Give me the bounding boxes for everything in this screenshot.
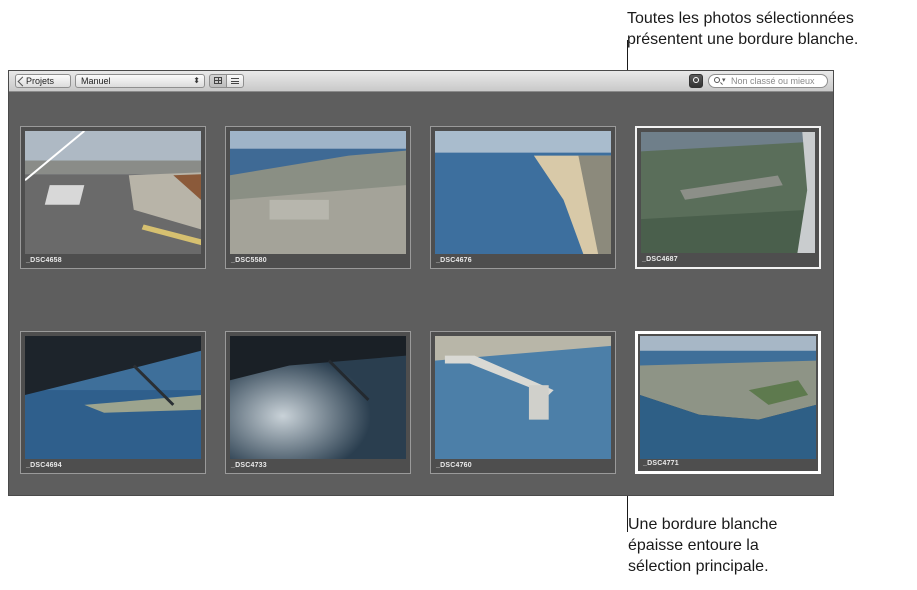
- filter-hud-button[interactable]: [689, 74, 703, 88]
- photo-image-wing-coast: [25, 336, 201, 459]
- callout-bottom-line2: épaisse entoure la: [628, 537, 759, 554]
- thumbnail-grid: _DSC4658 _DSC5580 _DSC4676 _DSC4687 _DSC…: [9, 91, 833, 495]
- filter-icon: [693, 77, 699, 83]
- projects-label: Projets: [26, 76, 55, 86]
- search-icon: [714, 77, 720, 83]
- search-placeholder: Non classé ou mieux: [731, 76, 815, 86]
- callout-top-line1: Toutes les photos sélectionnées: [627, 10, 854, 27]
- sort-order-select[interactable]: Manuel ⬍: [75, 74, 205, 88]
- photo-image-coastal-town: [640, 336, 816, 459]
- photo-image-beach: [435, 131, 611, 254]
- browser-toolbar: Projets Manuel ⬍ ▾ Non classé ou mieux: [9, 71, 833, 92]
- callout-bottom-line1: Une bordure blanche: [628, 516, 778, 533]
- callout-bottom-line3: sélection principale.: [628, 558, 769, 575]
- grid-view-icon: [214, 77, 222, 84]
- updown-arrows-icon: ⬍: [193, 76, 200, 85]
- photo-caption: _DSC4760: [436, 462, 472, 469]
- photo-caption: _DSC4687: [642, 256, 678, 263]
- photo-thumbnail[interactable]: _DSC4676: [430, 126, 616, 269]
- photo-thumbnail[interactable]: _DSC4694: [20, 331, 206, 474]
- callout-primary-selection: Une bordure blanche épaisse entoure la s…: [628, 514, 888, 577]
- grid-view-button[interactable]: [209, 74, 227, 88]
- photo-caption: _DSC5580: [231, 257, 267, 264]
- photo-caption: _DSC4771: [643, 460, 679, 467]
- photo-caption: _DSC4733: [231, 462, 267, 469]
- callout-top-line2: présentent une bordure blanche.: [627, 31, 859, 48]
- photo-caption: _DSC4676: [436, 257, 472, 264]
- search-menu-caret-icon[interactable]: ▾: [722, 75, 726, 87]
- list-view-button[interactable]: [226, 74, 244, 88]
- callout-all-selected: Toutes les photos sélectionnées présente…: [627, 8, 917, 50]
- photo-thumbnail[interactable]: _DSC5580: [225, 126, 411, 269]
- projects-back-button[interactable]: Projets: [15, 74, 71, 88]
- photo-thumbnail[interactable]: _DSC4733: [225, 331, 411, 474]
- photo-caption: _DSC4694: [26, 462, 62, 469]
- photo-thumbnail-primary-selected[interactable]: _DSC4771: [635, 331, 821, 474]
- photo-caption: _DSC4658: [26, 257, 62, 264]
- photo-browser: Projets Manuel ⬍ ▾ Non classé ou mieux _…: [8, 70, 834, 496]
- photo-image-pier: [435, 336, 611, 459]
- photo-image-airport: [641, 132, 815, 253]
- list-view-icon: [231, 78, 239, 84]
- photo-image-wing-sea: [230, 336, 406, 459]
- photo-image-runway: [25, 131, 201, 254]
- photo-thumbnail-selected[interactable]: _DSC4687: [635, 126, 821, 269]
- photo-thumbnail[interactable]: _DSC4760: [430, 331, 616, 474]
- photo-image-coast-city: [230, 131, 406, 254]
- search-input[interactable]: ▾ Non classé ou mieux: [708, 74, 828, 88]
- sort-value: Manuel: [81, 76, 111, 86]
- photo-thumbnail[interactable]: _DSC4658: [20, 126, 206, 269]
